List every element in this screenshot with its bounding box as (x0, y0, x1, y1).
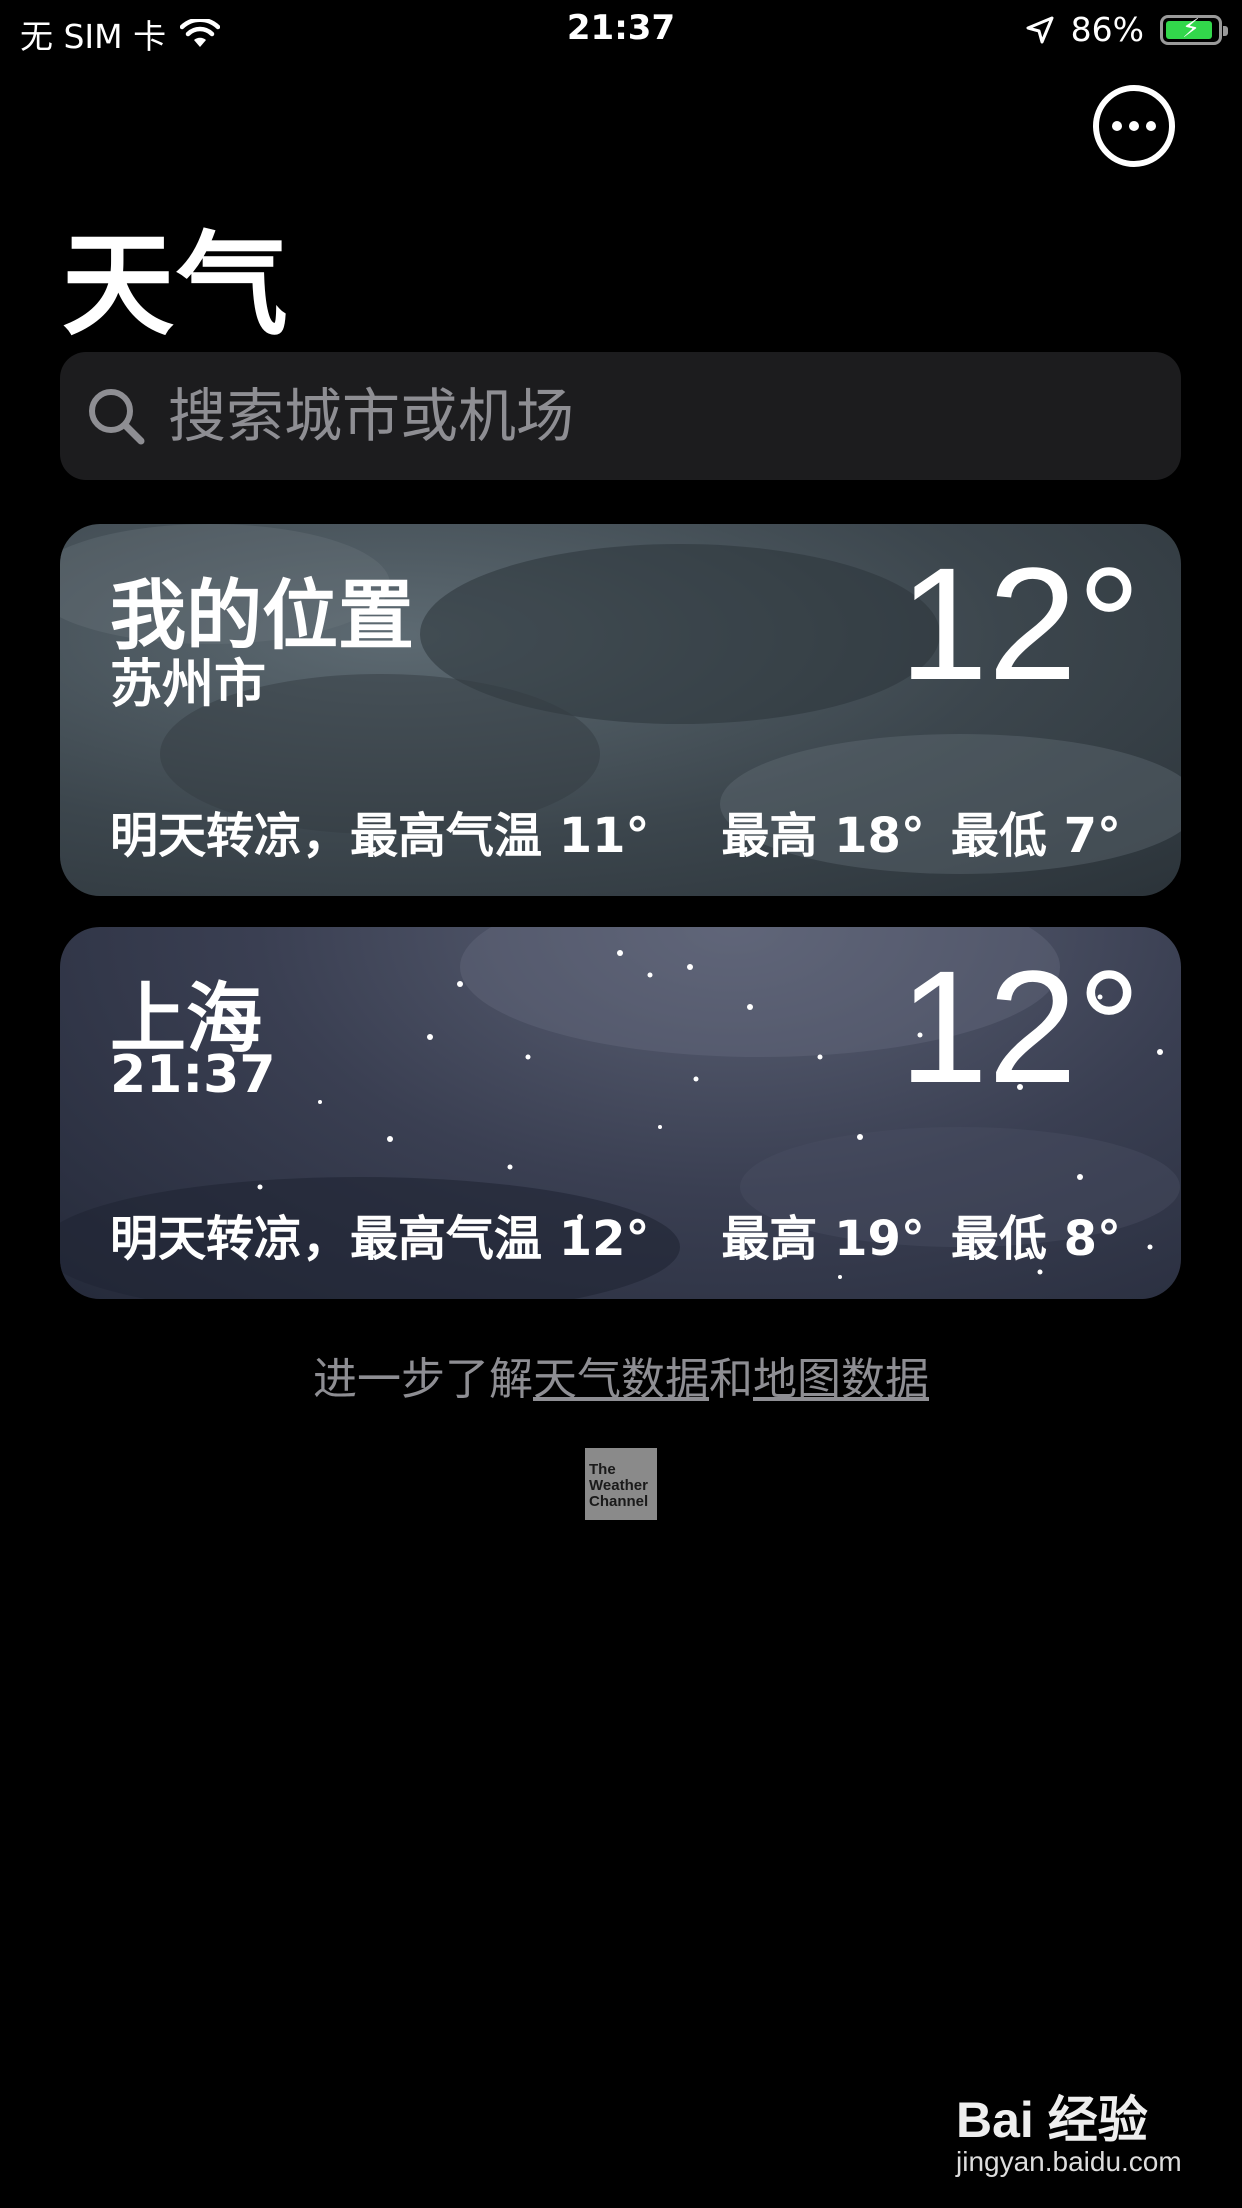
footer-connector: 和 (709, 1354, 753, 1405)
search-icon (89, 389, 145, 445)
weather-channel-logo[interactable]: The Weather Channel (585, 1448, 657, 1520)
footer-data-sources: 进一步了解天气数据和地图数据 (0, 1343, 1242, 1407)
weather-app-screen: 无 SIM 卡 21:37 86% ⚡ 天气 搜索城市或机场 我的位置 苏州市 … (0, 0, 1242, 2208)
ellipsis-dot (1112, 121, 1122, 131)
watermark-brand: Bai 经验 (956, 2092, 1148, 2148)
more-options-button[interactable] (1093, 85, 1175, 167)
high-low-temperatures: 最高 19° 最低 8° (721, 1199, 1121, 1269)
battery-cap (1223, 25, 1228, 36)
ellipsis-dot (1146, 121, 1156, 131)
search-input[interactable] (168, 366, 1158, 466)
high-temperature: 最高 18° (721, 808, 925, 864)
high-temperature: 最高 19° (721, 1211, 925, 1267)
page-title: 天气 (62, 221, 290, 351)
current-temperature: 12° (899, 937, 1141, 1116)
baidu-watermark: Bai 经验 jingyan.baidu.com (950, 2080, 1230, 2200)
forecast-summary: 明天转凉，最高气温 11° (110, 808, 650, 864)
battery-percent: 86% (1070, 10, 1144, 49)
weather-data-link[interactable]: 天气数据 (533, 1354, 709, 1405)
city-card-my-location[interactable]: 我的位置 苏州市 12° 明天转凉，最高气温 11° 最高 18° 最低 7° (60, 524, 1181, 896)
city-card-shanghai[interactable]: 上海 21:37 12° 明天转凉，最高气温 12° 最高 19° 最低 8° (60, 927, 1181, 1299)
footer-prefix: 进一步了解 (313, 1354, 533, 1405)
map-data-link[interactable]: 地图数据 (753, 1354, 929, 1405)
logo-line: Weather (589, 1477, 648, 1494)
search-bar[interactable] (60, 352, 1181, 480)
low-temperature: 最低 7° (950, 808, 1121, 864)
city-local-time: 21:37 (110, 1045, 276, 1105)
low-temperature: 最低 8° (950, 1211, 1121, 1267)
battery-charging-icon: ⚡ (1160, 13, 1228, 45)
logo-line: Channel (589, 1493, 649, 1510)
city-subtitle: 苏州市 (110, 655, 267, 715)
status-right: 86% ⚡ (1025, 10, 1228, 49)
watermark-url: jingyan.baidu.com (956, 2146, 1182, 2177)
current-temperature: 12° (899, 534, 1141, 713)
status-bar: 无 SIM 卡 21:37 86% ⚡ (0, 0, 1242, 62)
forecast-summary: 明天转凉，最高气温 12° (110, 1211, 650, 1267)
logo-line: The (589, 1461, 616, 1478)
location-arrow-icon (1026, 16, 1054, 43)
charging-bolt-icon: ⚡ (1181, 13, 1201, 44)
ellipsis-dot (1129, 121, 1139, 131)
high-low-temperatures: 最高 18° 最低 7° (721, 796, 1121, 866)
